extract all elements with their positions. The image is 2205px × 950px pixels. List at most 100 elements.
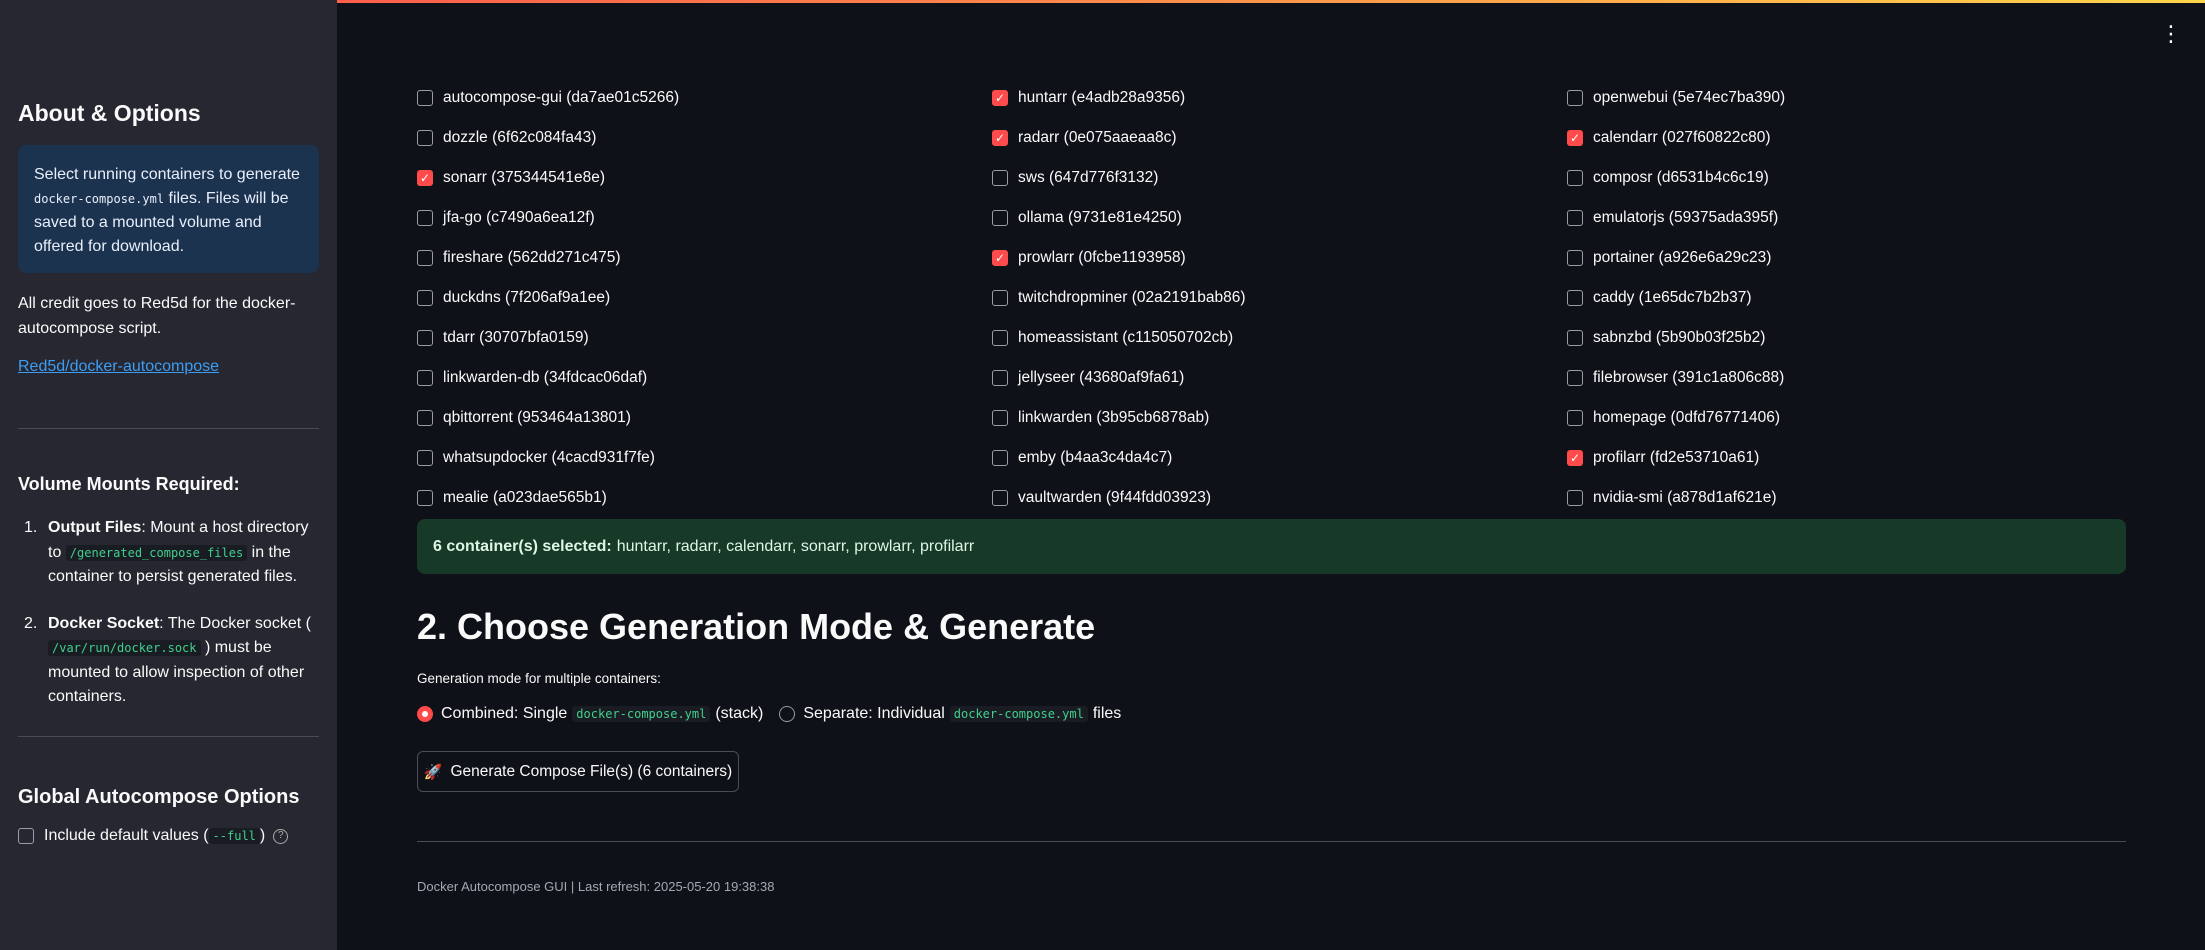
container-checkbox-item[interactable]: sabnzbd (5b90b03f25b2)	[1567, 318, 2142, 358]
generate-button[interactable]: 🚀 Generate Compose File(s) (6 containers…	[417, 751, 739, 792]
checkbox-unchecked[interactable]	[1567, 250, 1583, 266]
volume-text-before: : The Docker socket (	[159, 614, 311, 632]
radio-combined-before: Combined: Single	[441, 705, 568, 722]
repo-link[interactable]: Red5d/docker-autocompose	[18, 358, 219, 376]
container-checkbox-item[interactable]: caddy (1e65dc7b2b37)	[1567, 278, 2142, 318]
container-checkbox-item[interactable]: dozzle (6f62c084fa43)	[417, 118, 992, 158]
checkbox-unchecked[interactable]	[992, 490, 1008, 506]
container-label: filebrowser (391c1a806c88)	[1593, 369, 1785, 386]
checkbox-unchecked[interactable]	[417, 490, 433, 506]
checkbox-unchecked[interactable]	[1567, 410, 1583, 426]
container-label: jfa-go (c7490a6ea12f)	[443, 209, 595, 226]
container-checkbox-item[interactable]: ✓ huntarr (e4adb28a9356)	[992, 78, 1567, 118]
container-checkbox-item[interactable]: linkwarden (3b95cb6878ab)	[992, 398, 1567, 438]
checkbox-checked[interactable]: ✓	[992, 90, 1008, 106]
checkbox-checked[interactable]: ✓	[1567, 130, 1583, 146]
checkbox-unchecked[interactable]	[992, 210, 1008, 226]
container-label: homepage (0dfd76771406)	[1593, 409, 1781, 426]
checkbox-unchecked[interactable]	[417, 130, 433, 146]
checkbox-unchecked[interactable]	[992, 170, 1008, 186]
radio-separate[interactable]: Separate: Individual docker-compose.yml …	[779, 705, 1121, 723]
checkbox-unchecked[interactable]	[1567, 90, 1583, 106]
volume-mounts-list: 1. Output Files: Mount a host directory …	[18, 516, 319, 732]
container-checkbox-item[interactable]: tdarr (30707bfa0159)	[417, 318, 992, 358]
volume-item-socket: 2. Docker Socket: The Docker socket ( /v…	[18, 612, 319, 710]
list-number: 1.	[24, 519, 38, 536]
radio-combined[interactable]: Combined: Single docker-compose.yml (sta…	[417, 705, 763, 723]
container-checkbox-item[interactable]: linkwarden-db (34fdcac06daf)	[417, 358, 992, 398]
checkbox-unchecked[interactable]	[1567, 290, 1583, 306]
checkbox-checked[interactable]: ✓	[992, 130, 1008, 146]
container-label: caddy (1e65dc7b2b37)	[1593, 289, 1752, 306]
checkbox-unchecked[interactable]	[1567, 370, 1583, 386]
checkbox-unchecked[interactable]	[417, 450, 433, 466]
container-checkbox-item[interactable]: ✓ profilarr (fd2e53710a61)	[1567, 438, 2142, 478]
checkbox-unchecked[interactable]	[417, 210, 433, 226]
checkbox-unchecked[interactable]	[417, 250, 433, 266]
generation-mode-radio-group: Combined: Single docker-compose.yml (sta…	[417, 705, 1137, 723]
container-checkbox-item[interactable]: sws (647d776f3132)	[992, 158, 1567, 198]
container-label: whatsupdocker (4cacd931f7fe)	[443, 449, 655, 466]
container-checkbox-item[interactable]: ✓ prowlarr (0fcbe1193958)	[992, 238, 1567, 278]
container-checkbox-item[interactable]: vaultwarden (9f44fdd03923)	[992, 478, 1567, 518]
radio-separate-after: files	[1092, 705, 1122, 722]
container-checkbox-item[interactable]: composr (d6531b4c6c19)	[1567, 158, 2142, 198]
container-checkbox-item[interactable]: portainer (a926e6a29c23)	[1567, 238, 2142, 278]
container-checkbox-item[interactable]: whatsupdocker (4cacd931f7fe)	[417, 438, 992, 478]
footer-text: Docker Autocompose GUI | Last refresh: 2…	[417, 879, 775, 894]
checkbox-unchecked[interactable]	[992, 290, 1008, 306]
container-checkbox-item[interactable]: qbittorrent (953464a13801)	[417, 398, 992, 438]
container-checkbox-item[interactable]: emulatorjs (59375ada395f)	[1567, 198, 2142, 238]
container-checkbox-item[interactable]: fireshare (562dd271c475)	[417, 238, 992, 278]
container-checkbox-item[interactable]: nvidia-smi (a878d1af621e)	[1567, 478, 2142, 518]
selection-names: huntarr, radarr, calendarr, sonarr, prow…	[616, 537, 975, 555]
include-defaults-checkbox[interactable]	[18, 828, 34, 844]
help-icon[interactable]: ?	[273, 828, 289, 844]
container-checkbox-item[interactable]: openwebui (5e74ec7ba390)	[1567, 78, 2142, 118]
container-checkbox-item[interactable]: ✓ radarr (0e075aaeaa8c)	[992, 118, 1567, 158]
sidebar: About & Options Select running container…	[0, 0, 337, 950]
checkbox-unchecked[interactable]	[1567, 170, 1583, 186]
checkbox-unchecked[interactable]	[992, 410, 1008, 426]
container-checkbox-item[interactable]: filebrowser (391c1a806c88)	[1567, 358, 2142, 398]
container-checkbox-item[interactable]: autocompose-gui (da7ae01c5266)	[417, 78, 992, 118]
container-checkbox-item[interactable]: jellyseer (43680af9fa61)	[992, 358, 1567, 398]
container-checkbox-item[interactable]: duckdns (7f206af9a1ee)	[417, 278, 992, 318]
include-defaults-option[interactable]: Include default values ( --full ) ?	[18, 827, 289, 845]
section-title: 2. Choose Generation Mode & Generate	[417, 606, 1096, 647]
radio-combined-indicator[interactable]	[417, 706, 433, 722]
container-checkbox-item[interactable]: jfa-go (c7490a6ea12f)	[417, 198, 992, 238]
checkbox-checked[interactable]: ✓	[1567, 450, 1583, 466]
checkbox-checked[interactable]: ✓	[992, 250, 1008, 266]
container-checkbox-item[interactable]: ✓ calendarr (027f60822c80)	[1567, 118, 2142, 158]
more-options-icon[interactable]: ⋮	[2160, 23, 2182, 45]
container-checkbox-item[interactable]: homepage (0dfd76771406)	[1567, 398, 2142, 438]
container-checkbox-grid: autocompose-gui (da7ae01c5266) ✓ huntarr (…	[417, 78, 2147, 518]
checkbox-unchecked[interactable]	[1567, 330, 1583, 346]
checkbox-unchecked[interactable]	[417, 410, 433, 426]
checkbox-checked[interactable]: ✓	[417, 170, 433, 186]
checkbox-unchecked[interactable]	[1567, 490, 1583, 506]
checkbox-unchecked[interactable]	[992, 370, 1008, 386]
radio-separate-indicator[interactable]	[779, 706, 796, 722]
checkbox-unchecked[interactable]	[992, 330, 1008, 346]
container-checkbox-item[interactable]: homeassistant (c115050702cb)	[992, 318, 1567, 358]
container-checkbox-item[interactable]: emby (b4aa3c4da4c7)	[992, 438, 1567, 478]
container-checkbox-item[interactable]: twitchdropminer (02a2191bab86)	[992, 278, 1567, 318]
container-label: calendarr (027f60822c80)	[1593, 129, 1771, 146]
checkbox-unchecked[interactable]	[417, 90, 433, 106]
include-defaults-label-after: )	[259, 827, 266, 844]
sidebar-divider	[18, 428, 319, 429]
container-label: autocompose-gui (da7ae01c5266)	[443, 89, 680, 106]
container-label: profilarr (fd2e53710a61)	[1593, 449, 1760, 466]
checkbox-unchecked[interactable]	[417, 290, 433, 306]
checkbox-unchecked[interactable]	[417, 370, 433, 386]
container-checkbox-item[interactable]: ollama (9731e81e4250)	[992, 198, 1567, 238]
checkbox-unchecked[interactable]	[417, 330, 433, 346]
checkbox-unchecked[interactable]	[992, 450, 1008, 466]
container-label: fireshare (562dd271c475)	[443, 249, 621, 266]
container-label: nvidia-smi (a878d1af621e)	[1593, 489, 1777, 506]
container-checkbox-item[interactable]: ✓ sonarr (375344541e8e)	[417, 158, 992, 198]
checkbox-unchecked[interactable]	[1567, 210, 1583, 226]
container-checkbox-item[interactable]: mealie (a023dae565b1)	[417, 478, 992, 518]
